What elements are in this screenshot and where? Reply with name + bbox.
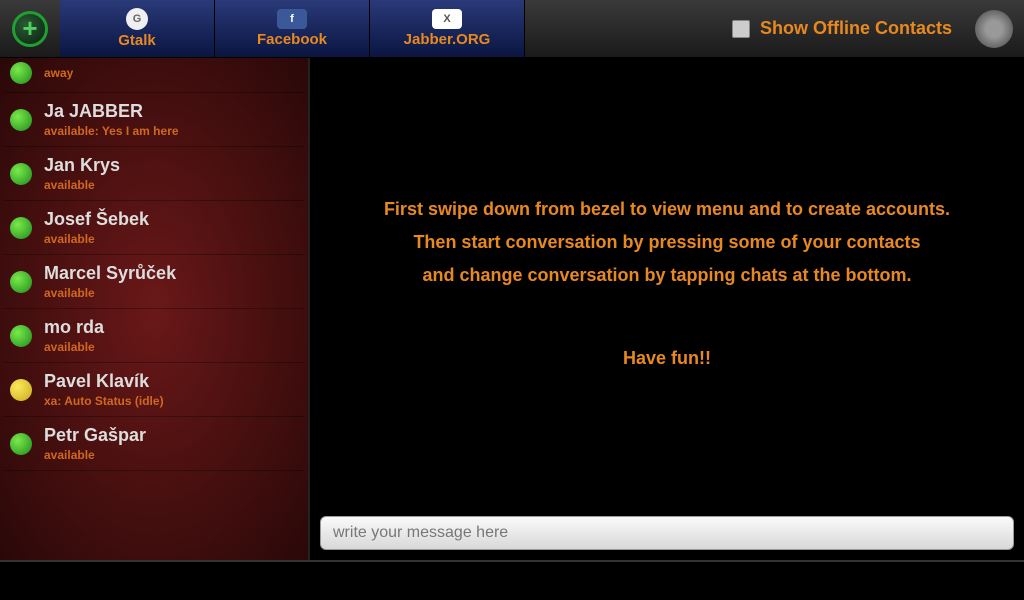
contact-name: Josef Šebek: [44, 209, 149, 230]
contact-status: available: Yes I am here: [44, 124, 179, 138]
presence-dot-icon: [10, 62, 32, 84]
conversation-panel: First swipe down from bezel to view menu…: [310, 58, 1024, 560]
presence-dot-icon: [10, 163, 32, 185]
contact-row[interactable]: Josef Šebek available: [4, 201, 304, 255]
account-tab-jabberorg[interactable]: X Jabber.ORG: [370, 0, 525, 57]
app-header: + G Gtalk f Facebook X Jabber.ORG Show Offlin…: [0, 0, 1024, 58]
contact-name: Ja JABBER: [44, 101, 179, 122]
presence-dot-icon: [10, 325, 32, 347]
chat-switcher-bar[interactable]: [0, 560, 1024, 600]
contact-row[interactable]: Pavel Klavík xa: Auto Status (idle): [4, 363, 304, 417]
contact-status: available: [44, 448, 146, 462]
xmpp-icon: X: [432, 9, 462, 29]
facebook-icon: f: [277, 9, 307, 29]
welcome-message: First swipe down from bezel to view menu…: [310, 58, 1024, 510]
contact-name: Jan Krys: [44, 155, 120, 176]
add-account-button[interactable]: +: [0, 0, 60, 57]
presence-dot-icon: [10, 271, 32, 293]
checkbox-icon: [732, 20, 750, 38]
contact-status: available: [44, 178, 120, 192]
contact-status: away: [44, 66, 73, 80]
account-tab-label: Gtalk: [118, 32, 156, 49]
contact-name: Marcel Syrůček: [44, 263, 176, 284]
account-tab-label: Jabber.ORG: [404, 31, 491, 48]
presence-dot-icon: [10, 433, 32, 455]
gtalk-icon: G: [126, 8, 148, 30]
contact-status: available: [44, 286, 176, 300]
contact-row[interactable]: away: [4, 62, 304, 93]
contact-row[interactable]: Petr Gašpar available: [4, 417, 304, 471]
presence-dot-icon: [10, 109, 32, 131]
account-tab-label: Facebook: [257, 31, 327, 48]
presence-dot-icon: [10, 379, 32, 401]
account-tab-facebook[interactable]: f Facebook: [215, 0, 370, 57]
contact-row[interactable]: mo rda available: [4, 309, 304, 363]
account-tab-gtalk[interactable]: G Gtalk: [60, 0, 215, 57]
contact-name: Pavel Klavík: [44, 371, 164, 392]
welcome-line: Then start conversation by pressing some…: [413, 229, 920, 256]
message-input[interactable]: [320, 516, 1014, 550]
contact-list[interactable]: away Ja JABBER available: Yes I am here Jan…: [0, 58, 310, 560]
contact-status: available: [44, 232, 149, 246]
contact-name: Petr Gašpar: [44, 425, 146, 446]
show-offline-toggle[interactable]: Show Offline Contacts: [732, 0, 964, 57]
presence-dot-icon: [10, 217, 32, 239]
welcome-line: and change conversation by tapping chats…: [422, 262, 911, 289]
contact-row[interactable]: Ja JABBER available: Yes I am here: [4, 93, 304, 147]
contact-row[interactable]: Jan Krys available: [4, 147, 304, 201]
welcome-fun: Have fun!!: [623, 345, 711, 372]
settings-button[interactable]: [964, 0, 1024, 57]
gear-icon: [975, 10, 1013, 48]
contact-status: xa: Auto Status (idle): [44, 394, 164, 408]
contact-status: available: [44, 340, 104, 354]
show-offline-label: Show Offline Contacts: [760, 18, 952, 39]
welcome-line: First swipe down from bezel to view menu…: [384, 196, 950, 223]
contact-name: mo rda: [44, 317, 104, 338]
plus-icon: +: [12, 11, 48, 47]
contact-row[interactable]: Marcel Syrůček available: [4, 255, 304, 309]
